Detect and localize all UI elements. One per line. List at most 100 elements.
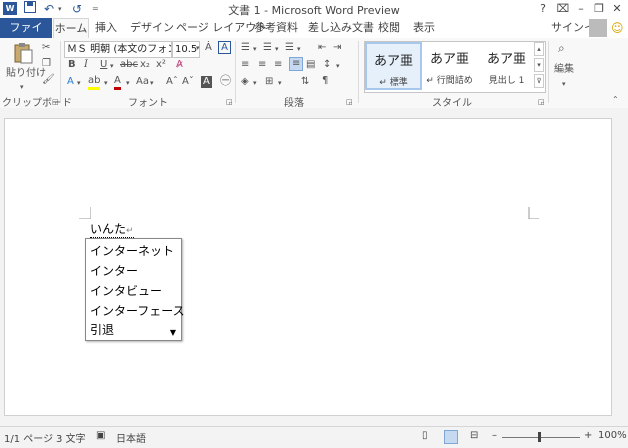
enclose-characters-icon[interactable]: ㊀ (220, 75, 231, 87)
numbering-dropdown-icon[interactable]: ▾ (275, 43, 279, 55)
show-formatting-icon[interactable]: ¶ (322, 75, 328, 87)
bullets-dropdown-icon[interactable]: ▾ (253, 43, 257, 55)
shading-dropdown-icon[interactable]: ▾ (253, 77, 257, 89)
copy-icon[interactable]: ❐ (42, 58, 51, 70)
highlight-dropdown-icon[interactable]: ▾ (104, 77, 108, 89)
smiley-feedback-icon[interactable]: ☺ (611, 21, 624, 35)
paste-dropdown-icon[interactable]: ▾ (20, 81, 24, 93)
close-button[interactable]: ✕ (610, 1, 624, 17)
styles-more-icon[interactable]: ⊽ (534, 74, 544, 88)
format-painter-icon[interactable]: 🖌 (42, 74, 55, 86)
change-case-dropdown-icon[interactable]: ▾ (150, 77, 154, 89)
proofing-icon[interactable]: ▣ (96, 430, 105, 441)
borders-icon[interactable]: ⊞ (265, 76, 273, 88)
bold-icon[interactable]: B (68, 59, 76, 71)
ime-candidate[interactable]: インター (90, 262, 138, 279)
tab-view[interactable]: 表示 (413, 18, 435, 38)
styles-scroll-down-icon[interactable]: ▾ (534, 58, 544, 72)
tab-file[interactable]: ファイル (0, 18, 52, 54)
grow-font-small-icon[interactable]: Aˆ (166, 76, 178, 88)
editing-dropdown-icon[interactable]: ▾ (562, 78, 566, 90)
shading-icon[interactable]: ◈ (241, 76, 249, 88)
ime-candidate[interactable]: 引退 (90, 321, 114, 338)
zoom-slider-thumb[interactable] (538, 432, 541, 442)
grow-font-icon[interactable]: Ȧ (205, 42, 212, 54)
strikethrough-icon[interactable]: abc (120, 59, 138, 71)
font-size-dropdown-icon[interactable]: ▾ (196, 42, 200, 54)
line-spacing-dropdown-icon[interactable]: ▾ (336, 60, 340, 72)
change-case-icon[interactable]: Aa (136, 76, 149, 88)
style-no-spacing[interactable]: あア亜 ↵ 行間詰め (423, 42, 476, 90)
paste-icon[interactable] (12, 42, 34, 64)
multilevel-list-icon[interactable]: ☰ (285, 42, 294, 54)
align-right-icon[interactable]: ≡ (274, 59, 282, 71)
word-count[interactable]: 3 文字 (56, 430, 86, 445)
user-avatar[interactable] (589, 19, 607, 37)
web-layout-icon[interactable]: ⊟ (470, 430, 478, 441)
distributed-icon[interactable]: ▤ (306, 59, 315, 71)
decrease-indent-icon[interactable]: ⇤ (318, 42, 326, 54)
line-spacing-icon[interactable]: ↕ (323, 59, 331, 71)
character-border-icon[interactable]: A (218, 41, 231, 54)
tab-references[interactable]: 参考資料 (254, 18, 298, 38)
shrink-font-icon[interactable]: Aˇ (182, 76, 194, 88)
tab-design[interactable]: デザイン (130, 18, 174, 38)
align-center-icon[interactable]: ≡ (258, 59, 266, 71)
zoom-slider[interactable] (502, 437, 580, 438)
ime-candidate[interactable]: インターフェース (90, 302, 185, 319)
style-heading1[interactable]: あア亜 見出し 1 (480, 42, 533, 90)
paragraph-launcher-icon[interactable]: ◲ (346, 96, 353, 108)
subscript-icon[interactable]: x₂ (140, 59, 150, 71)
collapse-ribbon-icon[interactable]: ⌃ (612, 94, 619, 106)
ribbon: 貼り付け ▾ ✂ ❐ 🖌 クリップボード ◲ ＭＳ 明朝 (本文のフォント 10… (0, 38, 628, 109)
page-count[interactable]: 1/1 ページ (4, 430, 53, 445)
zoom-level[interactable]: 100% (598, 430, 627, 441)
justify-icon[interactable]: ≡ (289, 57, 304, 71)
ime-candidate[interactable]: インタビュー (90, 282, 162, 299)
cut-icon[interactable]: ✂ (42, 42, 50, 54)
document-text-ime-composition[interactable]: いんた↵ (90, 220, 134, 238)
text-effects-icon[interactable]: A (67, 76, 74, 88)
restore-button[interactable]: ❐ (592, 1, 606, 17)
styles-launcher-icon[interactable]: ◲ (538, 96, 545, 108)
print-layout-icon[interactable] (444, 430, 458, 444)
tab-home[interactable]: ホーム (53, 18, 89, 40)
borders-dropdown-icon[interactable]: ▾ (278, 77, 282, 89)
highlight-icon[interactable]: ab (88, 75, 101, 90)
tab-review[interactable]: 校閲 (378, 18, 400, 38)
italic-icon[interactable]: I (84, 59, 88, 71)
superscript-icon[interactable]: x² (156, 59, 166, 71)
minimize-button[interactable]: – (574, 1, 588, 17)
bullets-icon[interactable]: ☰ (241, 42, 250, 54)
underline-dropdown-icon[interactable]: ▾ (110, 60, 114, 72)
numbering-icon[interactable]: ☰ (263, 42, 272, 54)
help-icon[interactable]: ? (536, 1, 550, 17)
find-binoculars-icon[interactable]: ⌕ (558, 42, 565, 54)
language-indicator[interactable]: 日本語 (116, 430, 146, 445)
font-name-combo[interactable]: ＭＳ 明朝 (本文のフォント (64, 41, 172, 58)
tab-mailings[interactable]: 差し込み文書 (308, 18, 374, 38)
font-color-dropdown-icon[interactable]: ▾ (126, 77, 130, 89)
read-mode-icon[interactable]: ▯ (422, 430, 428, 441)
ribbon-display-options-icon[interactable]: ⌧ (556, 1, 570, 17)
clipboard-launcher-icon[interactable]: ◲ (52, 96, 59, 108)
text-effects-dropdown-icon[interactable]: ▾ (77, 77, 81, 89)
clear-formatting-icon[interactable]: A̷ (176, 59, 183, 71)
multilevel-dropdown-icon[interactable]: ▾ (297, 43, 301, 55)
style-normal[interactable]: あア亜 ↵ 標準 (365, 42, 422, 90)
zoom-in-button[interactable]: + (584, 430, 592, 441)
zoom-out-button[interactable]: – (492, 430, 497, 441)
ime-candidate[interactable]: インターネット (90, 242, 174, 259)
tab-insert[interactable]: 挿入 (95, 18, 117, 38)
phonetic-guide-icon[interactable]: A (201, 76, 212, 88)
underline-icon[interactable]: U (100, 59, 107, 71)
increase-indent-icon[interactable]: ⇥ (333, 42, 341, 54)
font-launcher-icon[interactable]: ◲ (226, 96, 233, 108)
font-color-icon[interactable]: A (114, 75, 121, 90)
editing-button-label[interactable]: 編集 (554, 64, 574, 76)
align-left-icon[interactable]: ≡ (241, 59, 249, 71)
paste-button-label[interactable]: 貼り付け (6, 68, 46, 80)
ime-expand-icon[interactable]: ▼ (167, 328, 179, 338)
sort-icon[interactable]: ⇅ (301, 76, 309, 88)
styles-scroll-up-icon[interactable]: ▴ (534, 42, 544, 56)
